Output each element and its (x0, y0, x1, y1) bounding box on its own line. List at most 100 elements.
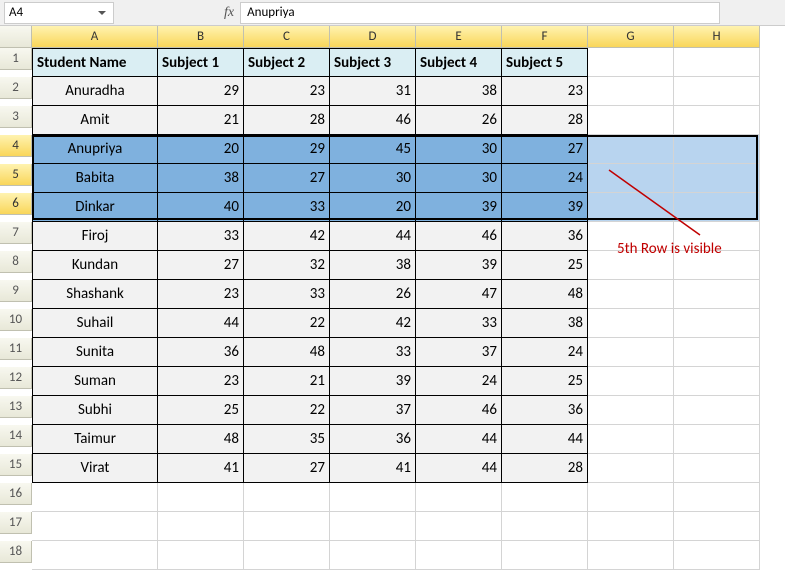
cell-H14[interactable] (674, 425, 760, 454)
subject2-0[interactable]: 23 (244, 77, 330, 106)
subject2-13[interactable]: 27 (244, 454, 330, 483)
cell-H10[interactable] (674, 309, 760, 338)
subject2-11[interactable]: 22 (244, 396, 330, 425)
table-header-4[interactable]: Subject 4 (416, 48, 502, 77)
cell-A16[interactable] (32, 483, 158, 512)
row-header-1[interactable]: 1 (0, 48, 32, 70)
cell-F18[interactable] (502, 541, 588, 570)
cell-G9[interactable] (588, 280, 674, 309)
table-header-1[interactable]: Subject 1 (158, 48, 244, 77)
student-name-3[interactable]: Babita (32, 164, 158, 193)
subject1-4[interactable]: 40 (158, 193, 244, 222)
student-name-9[interactable]: Sunita (32, 338, 158, 367)
subject1-10[interactable]: 23 (158, 367, 244, 396)
subject1-6[interactable]: 27 (158, 251, 244, 280)
subject1-8[interactable]: 44 (158, 309, 244, 338)
subject4-5[interactable]: 46 (416, 222, 502, 251)
row-header-11[interactable]: 11 (0, 338, 32, 360)
subject3-1[interactable]: 46 (330, 106, 416, 135)
cell-C17[interactable] (244, 512, 330, 541)
subject5-10[interactable]: 25 (502, 367, 588, 396)
cell-G10[interactable] (588, 309, 674, 338)
row-header-3[interactable]: 3 (0, 106, 32, 128)
col-header-B[interactable]: B (158, 26, 244, 48)
row-header-15[interactable]: 15 (0, 454, 32, 476)
subject2-1[interactable]: 28 (244, 106, 330, 135)
cell-H11[interactable] (674, 338, 760, 367)
subject2-5[interactable]: 42 (244, 222, 330, 251)
subject4-7[interactable]: 47 (416, 280, 502, 309)
cell-G6[interactable] (588, 193, 674, 222)
row-header-6[interactable]: 6 (0, 193, 32, 215)
subject2-9[interactable]: 48 (244, 338, 330, 367)
cell-C18[interactable] (244, 541, 330, 570)
student-name-13[interactable]: Virat (32, 454, 158, 483)
subject1-5[interactable]: 33 (158, 222, 244, 251)
table-header-0[interactable]: Student Name (32, 48, 158, 77)
cell-B16[interactable] (158, 483, 244, 512)
cell-F17[interactable] (502, 512, 588, 541)
subject1-13[interactable]: 41 (158, 454, 244, 483)
cell-H1[interactable] (674, 48, 760, 77)
subject4-8[interactable]: 33 (416, 309, 502, 338)
student-name-10[interactable]: Suman (32, 367, 158, 396)
col-header-F[interactable]: F (502, 26, 588, 48)
select-all-corner[interactable] (0, 26, 32, 48)
col-header-C[interactable]: C (244, 26, 330, 48)
cell-H13[interactable] (674, 396, 760, 425)
row-header-10[interactable]: 10 (0, 309, 32, 331)
row-header-13[interactable]: 13 (0, 396, 32, 418)
subject4-9[interactable]: 37 (416, 338, 502, 367)
subject1-9[interactable]: 36 (158, 338, 244, 367)
row-header-8[interactable]: 8 (0, 251, 32, 273)
cell-D18[interactable] (330, 541, 416, 570)
cell-G12[interactable] (588, 367, 674, 396)
subject5-13[interactable]: 28 (502, 454, 588, 483)
cell-H17[interactable] (674, 512, 760, 541)
cell-E16[interactable] (416, 483, 502, 512)
cell-E17[interactable] (416, 512, 502, 541)
cell-G16[interactable] (588, 483, 674, 512)
cell-G2[interactable] (588, 77, 674, 106)
subject3-2[interactable]: 45 (330, 135, 416, 164)
subject2-6[interactable]: 32 (244, 251, 330, 280)
cell-D17[interactable] (330, 512, 416, 541)
subject4-1[interactable]: 26 (416, 106, 502, 135)
subject4-0[interactable]: 38 (416, 77, 502, 106)
cell-G13[interactable] (588, 396, 674, 425)
subject4-11[interactable]: 46 (416, 396, 502, 425)
subject2-4[interactable]: 33 (244, 193, 330, 222)
subject1-12[interactable]: 48 (158, 425, 244, 454)
subject5-0[interactable]: 23 (502, 77, 588, 106)
student-name-5[interactable]: Firoj (32, 222, 158, 251)
cell-H4[interactable] (674, 135, 760, 164)
subject5-7[interactable]: 48 (502, 280, 588, 309)
subject3-8[interactable]: 42 (330, 309, 416, 338)
cell-F16[interactable] (502, 483, 588, 512)
cell-G11[interactable] (588, 338, 674, 367)
row-header-5[interactable]: 5 (0, 164, 32, 186)
student-name-8[interactable]: Suhail (32, 309, 158, 338)
cell-H3[interactable] (674, 106, 760, 135)
cell-A18[interactable] (32, 541, 158, 570)
student-name-0[interactable]: Anuradha (32, 77, 158, 106)
row-header-7[interactable]: 7 (0, 222, 32, 244)
row-header-4[interactable]: 4 (0, 135, 32, 157)
student-name-6[interactable]: Kundan (32, 251, 158, 280)
row-header-2[interactable]: 2 (0, 77, 32, 99)
cell-D16[interactable] (330, 483, 416, 512)
cell-C16[interactable] (244, 483, 330, 512)
subject3-12[interactable]: 36 (330, 425, 416, 454)
subject3-9[interactable]: 33 (330, 338, 416, 367)
subject5-8[interactable]: 38 (502, 309, 588, 338)
table-header-2[interactable]: Subject 2 (244, 48, 330, 77)
cell-H16[interactable] (674, 483, 760, 512)
subject2-10[interactable]: 21 (244, 367, 330, 396)
student-name-1[interactable]: Amit (32, 106, 158, 135)
subject2-8[interactable]: 22 (244, 309, 330, 338)
cell-H5[interactable] (674, 164, 760, 193)
cell-G1[interactable] (588, 48, 674, 77)
cell-G14[interactable] (588, 425, 674, 454)
subject3-4[interactable]: 20 (330, 193, 416, 222)
subject5-5[interactable]: 36 (502, 222, 588, 251)
